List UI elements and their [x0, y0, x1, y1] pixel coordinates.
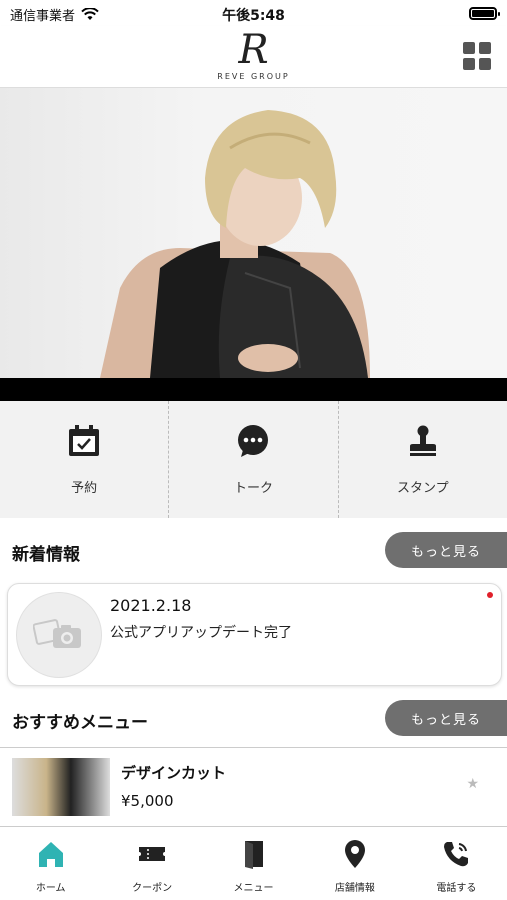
news-date: 2021.2.18 [110, 596, 192, 615]
recommended-title: おすすめメニュー [12, 713, 148, 733]
unread-dot [487, 592, 493, 598]
tab-store-info[interactable]: 店舗情報 [304, 827, 405, 900]
hero-bottom-bar [0, 378, 507, 401]
news-item[interactable]: 2021.2.18 公式アプリアップデート完了 [7, 583, 502, 686]
news-thumbnail [16, 592, 102, 678]
talk-label: トーク [233, 481, 273, 496]
tab-home[interactable]: ホーム [0, 827, 101, 900]
talk-button[interactable]: トーク [169, 401, 339, 518]
tab-store-info-label: 店舗情報 [334, 883, 375, 894]
grid-menu-icon[interactable] [463, 42, 491, 70]
battery-icon [469, 7, 500, 20]
tab-menu-label: メニュー [233, 883, 274, 894]
star-icon[interactable]: ★ [466, 776, 479, 792]
news-text: 公式アプリアップデート完了 [110, 625, 292, 641]
tab-call-label: 電話する [436, 883, 477, 894]
recommended-more-button[interactable]: もっと見る [385, 700, 507, 736]
photo-placeholder-icon [33, 619, 81, 648]
status-bar: 通信事業者 午後5:48 [0, 0, 507, 26]
chat-bubble-icon [238, 425, 269, 457]
reservation-label: 予約 [71, 481, 98, 496]
logo-mark: R [238, 27, 269, 73]
news-section-header: 新着情報 もっと見る [0, 530, 507, 570]
quick-actions: 予約 トーク スタンプ [0, 401, 507, 518]
model-photo [100, 110, 370, 378]
tab-bar: ホーム クーポン メニュー 店舗情報 電話する [0, 826, 507, 900]
stamp-button[interactable]: スタンプ [339, 401, 507, 518]
menu-thumbnail [12, 758, 110, 816]
hero-image [0, 88, 507, 378]
menu-name: デザインカット [121, 764, 227, 782]
tab-coupon[interactable]: クーポン [101, 827, 202, 900]
tab-home-label: ホーム [35, 883, 66, 894]
brand-logo: R REVE GROUP [0, 28, 507, 81]
home-icon [38, 842, 63, 867]
tab-menu[interactable]: メニュー [203, 827, 304, 900]
stamp-icon [409, 425, 436, 456]
menu-list-item[interactable]: デザインカット ¥5,000 ★ [0, 750, 507, 824]
status-time: 午後5:48 [222, 8, 285, 24]
news-title: 新着情報 [12, 545, 80, 565]
location-pin-icon [344, 840, 365, 868]
recommended-section-header: おすすめメニュー もっと見る [0, 698, 507, 738]
reservation-button[interactable]: 予約 [0, 401, 170, 518]
book-icon [244, 841, 263, 869]
logo-text: REVE GROUP [217, 72, 290, 81]
ticket-icon [139, 847, 166, 861]
tab-coupon-label: クーポン [132, 883, 173, 894]
app-header: R REVE GROUP [0, 26, 507, 88]
menu-price: ¥5,000 [121, 792, 174, 810]
phone-icon [444, 842, 469, 867]
calendar-check-icon [69, 425, 100, 456]
tab-call[interactable]: 電話する [406, 827, 507, 900]
divider [0, 747, 507, 748]
stamp-label: スタンプ [397, 481, 449, 496]
news-more-button[interactable]: もっと見る [385, 532, 507, 568]
